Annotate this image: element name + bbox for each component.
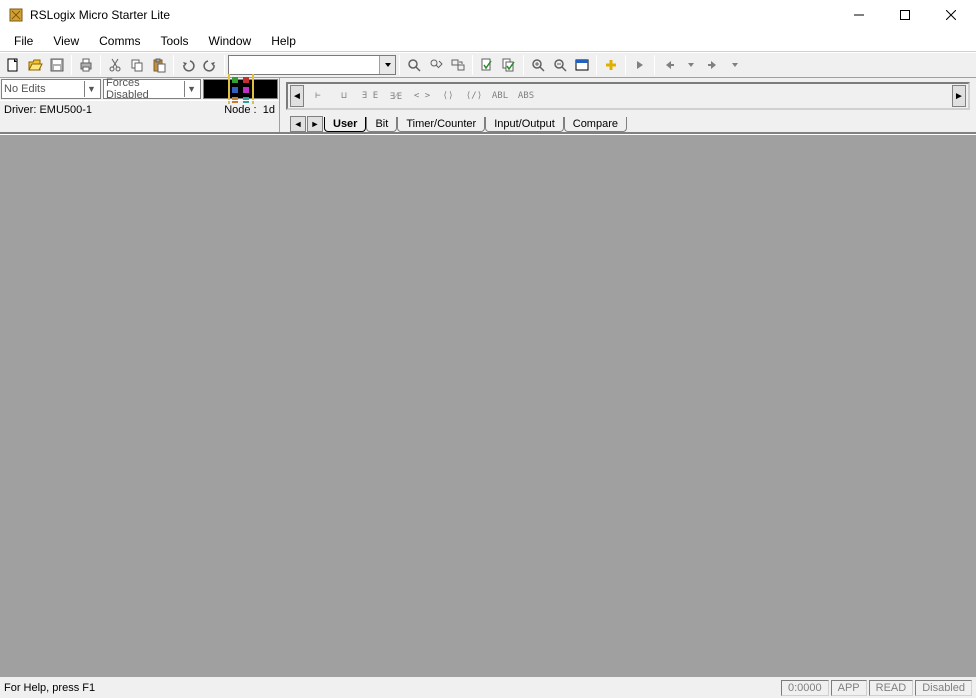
- redo-button[interactable]: [199, 54, 221, 76]
- instruction-icon[interactable]: ⟨⟩: [436, 86, 460, 106]
- window-title: RSLogix Micro Starter Lite: [30, 8, 836, 22]
- instruction-tabs: ◄ ► User Bit Timer/Counter Input/Output …: [286, 112, 970, 132]
- tab-input-output[interactable]: Input/Output: [485, 117, 564, 132]
- status-enabled: Disabled: [915, 680, 972, 696]
- nav-forward-button[interactable]: [702, 54, 724, 76]
- driver-label: Driver:: [4, 104, 36, 116]
- tab-user[interactable]: User: [324, 117, 366, 132]
- instruction-icon[interactable]: < >: [410, 86, 434, 106]
- menu-view[interactable]: View: [43, 32, 89, 50]
- instruction-icon[interactable]: ABS: [514, 86, 538, 106]
- status-mode: APP: [831, 680, 867, 696]
- tab-scroll-right-button[interactable]: ►: [307, 116, 323, 132]
- window-controls: [836, 0, 974, 30]
- node-value: 1d: [263, 104, 275, 116]
- dropdown-icon[interactable]: [379, 56, 395, 74]
- verify-project-button[interactable]: [498, 54, 520, 76]
- new-rung-button[interactable]: [600, 54, 622, 76]
- new-button[interactable]: [2, 54, 24, 76]
- minimize-button[interactable]: [836, 0, 882, 30]
- find-button[interactable]: [403, 54, 425, 76]
- tab-label: Bit: [375, 118, 388, 130]
- paste-button[interactable]: [148, 54, 170, 76]
- scroll-right-button[interactable]: ►: [952, 85, 966, 107]
- driver-status-row: Driver: EMU500-1 Node : 1d: [0, 100, 279, 118]
- menu-tools[interactable]: Tools: [150, 32, 198, 50]
- maximize-button[interactable]: [882, 0, 928, 30]
- scroll-left-button[interactable]: ◄: [290, 85, 304, 107]
- save-button[interactable]: [46, 54, 68, 76]
- title-bar: RSLogix Micro Starter Lite: [0, 0, 976, 30]
- edits-state-dropdown[interactable]: No Edits ▼: [1, 79, 101, 99]
- secondary-toolbar-row: OFFLINE ▼ No Forces ▼: [0, 78, 976, 134]
- step-button[interactable]: [629, 54, 651, 76]
- status-message: For Help, press F1: [4, 682, 779, 694]
- tab-label: Timer/Counter: [406, 118, 476, 130]
- nav-back-button[interactable]: [658, 54, 680, 76]
- tab-label: Compare: [573, 118, 618, 130]
- status-bar: For Help, press F1 0:0000 APP READ Disab…: [0, 676, 976, 698]
- status-address: 0:0000: [781, 680, 829, 696]
- driver-value: EMU500-1: [39, 104, 92, 116]
- tab-label: Input/Output: [494, 118, 555, 130]
- copy-button[interactable]: [126, 54, 148, 76]
- status-panel: OFFLINE ▼ No Forces ▼: [0, 78, 280, 132]
- close-button[interactable]: [928, 0, 974, 30]
- main-toolbar: [0, 52, 976, 78]
- node-label: Node :: [224, 104, 256, 116]
- instruction-icon[interactable]: ⟨/⟩: [462, 86, 486, 106]
- instruction-toolbar: ◄ ⊢ ⊔ ∃ E ∃⁄E < > ⟨⟩ ⟨/⟩ ABL ABS ►: [286, 82, 970, 110]
- mdi-client-area: [0, 134, 976, 676]
- forces-enabled-value: Forces Disabled: [106, 77, 184, 101]
- edits-state-value: No Edits: [4, 83, 46, 95]
- menu-comms[interactable]: Comms: [89, 32, 150, 50]
- toggle-window-button[interactable]: [571, 54, 593, 76]
- instruction-icon[interactable]: ⊢: [306, 86, 330, 106]
- menu-file[interactable]: File: [4, 32, 43, 50]
- forces-enabled-dropdown[interactable]: Forces Disabled ▼: [103, 79, 201, 99]
- dropdown-icon: ▼: [184, 81, 198, 97]
- replace-button[interactable]: [447, 54, 469, 76]
- instruction-icon[interactable]: ⊔: [332, 86, 356, 106]
- menu-window[interactable]: Window: [199, 32, 262, 50]
- instruction-panel: ◄ ⊢ ⊔ ∃ E ∃⁄E < > ⟨⟩ ⟨/⟩ ABL ABS ► ◄ ► U…: [280, 78, 976, 132]
- print-button[interactable]: [75, 54, 97, 76]
- tab-timer-counter[interactable]: Timer/Counter: [397, 117, 485, 132]
- nav-forward-drop-button[interactable]: [724, 54, 746, 76]
- cut-button[interactable]: [104, 54, 126, 76]
- nav-back-drop-button[interactable]: [680, 54, 702, 76]
- dropdown-icon: ▼: [84, 81, 98, 97]
- menu-bar: File View Comms Tools Window Help: [0, 30, 976, 52]
- tab-compare[interactable]: Compare: [564, 117, 627, 132]
- node-info: Node : 1d: [224, 104, 275, 116]
- tab-bit[interactable]: Bit: [366, 117, 397, 132]
- verify-file-button[interactable]: [476, 54, 498, 76]
- instruction-icon[interactable]: ABL: [488, 86, 512, 106]
- menu-help[interactable]: Help: [261, 32, 306, 50]
- zoom-in-button[interactable]: [527, 54, 549, 76]
- zoom-out-button[interactable]: [549, 54, 571, 76]
- status-rw: READ: [869, 680, 914, 696]
- instruction-icon[interactable]: ∃⁄E: [384, 86, 408, 106]
- tab-scroll-left-button[interactable]: ◄: [290, 116, 306, 132]
- undo-button[interactable]: [177, 54, 199, 76]
- app-icon: [8, 7, 24, 23]
- tab-label: User: [333, 118, 357, 130]
- open-button[interactable]: [24, 54, 46, 76]
- find-next-button[interactable]: [425, 54, 447, 76]
- instruction-icon[interactable]: ∃ E: [358, 86, 382, 106]
